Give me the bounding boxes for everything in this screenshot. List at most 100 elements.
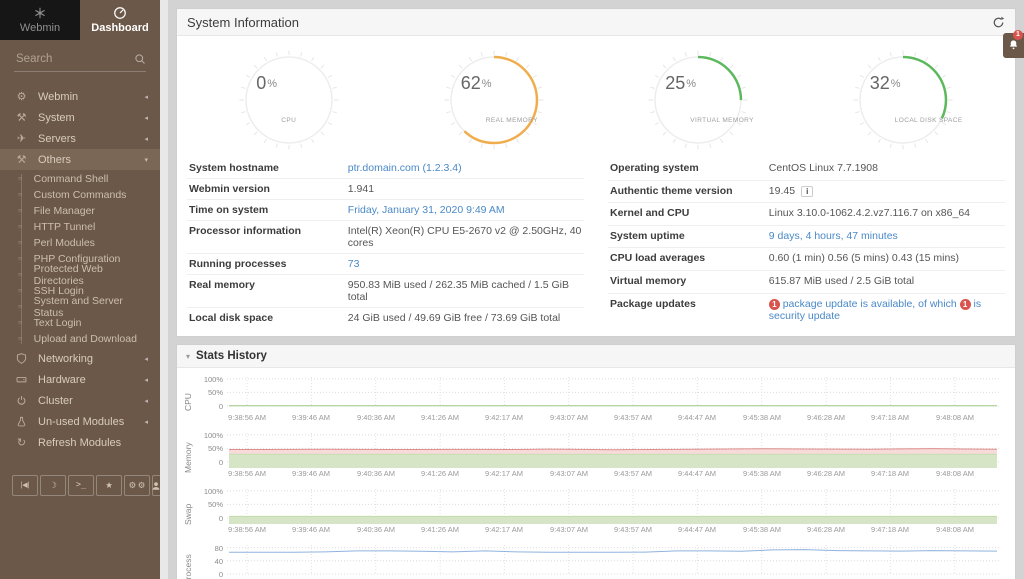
sidebar-item-refresh-modules[interactable]: ↻Refresh Modules	[0, 432, 160, 453]
sidebar-item-servers[interactable]: ✈Servers◂	[0, 128, 160, 149]
caret-left-icon: ◂	[144, 397, 148, 405]
page-title: System Information	[187, 15, 299, 30]
sidebar-item-system[interactable]: ⚒System◂	[0, 107, 160, 128]
gauge-virtual-memory: 25%VIRTUAL MEMORY	[648, 50, 748, 150]
info-value: 615.87 MiB used / 2.5 GiB total	[767, 270, 1005, 293]
sidebar-item-networking[interactable]: Networking◂	[0, 348, 160, 369]
tab-dashboard[interactable]: Dashboard	[80, 0, 160, 40]
time-label: 9:41:26 AM	[421, 413, 459, 422]
tab-webmin[interactable]: Webmin	[0, 0, 80, 40]
time-label: 9:39:46 AM	[292, 525, 330, 534]
time-label: 9:44:47 AM	[678, 469, 716, 478]
gauge-cell-cpu: 0%CPU	[187, 50, 392, 150]
collapse-sidebar-button[interactable]: |◀|	[12, 475, 38, 496]
y-axis-label: 0	[197, 458, 223, 467]
table-row: Real memory950.83 MiB used / 262.35 MiB …	[187, 275, 584, 308]
sidebar-item-label: Refresh Modules	[38, 437, 121, 449]
sidebar-subitem-label: Protected Web Directories	[34, 263, 150, 287]
theme-info-button[interactable]: i	[801, 186, 813, 197]
sidebar-menu: ⚙Webmin◂⚒System◂✈Servers◂⚒Others▾○Comman…	[0, 86, 160, 453]
time-label: 9:48:08 AM	[936, 469, 974, 478]
gauge-percent: 25%	[665, 73, 696, 94]
chart-plot: 804009:38:56 AM9:39:46 AM9:40:36 AM9:41:…	[197, 542, 999, 579]
info-value[interactable]: ptr.domain.com (1.2.3.4)	[346, 158, 584, 179]
sidebar-item-label: System	[38, 112, 75, 124]
count-badge: 1	[960, 299, 971, 310]
sidebar-item-label: Others	[38, 154, 71, 166]
sidebar-subitem-file-manager[interactable]: ○File Manager	[0, 203, 160, 219]
stats-chart-process: Process804009:38:56 AM9:39:46 AM9:40:36 …	[183, 542, 1009, 579]
gears-icon: ⚙ ⚙	[129, 481, 146, 490]
info-value[interactable]: Friday, January 31, 2020 9:49 AM	[346, 200, 584, 221]
info-value[interactable]: 73	[346, 254, 584, 275]
chart-plot: 100%50%09:38:56 AM9:39:46 AM9:40:36 AM9:…	[197, 486, 999, 542]
time-label: 9:43:07 AM	[550, 469, 588, 478]
sidebar-item-webmin[interactable]: ⚙Webmin◂	[0, 86, 160, 107]
collapse-icon[interactable]: ▾	[186, 352, 190, 361]
info-label: Time on system	[187, 200, 346, 221]
sidebar-item-label: Hardware	[38, 374, 86, 386]
info-value: 950.83 MiB used / 262.35 MiB cached / 1.…	[346, 275, 584, 308]
table-row: Webmin version1.941	[187, 179, 584, 200]
x-axis-labels: 9:38:56 AM9:39:46 AM9:40:36 AM9:41:26 AM…	[227, 468, 999, 481]
time-label: 9:43:07 AM	[550, 413, 588, 422]
sidebar-item-others[interactable]: ⚒Others▾	[0, 149, 160, 170]
time-label: 9:41:26 AM	[421, 469, 459, 478]
info-label: Operating system	[608, 158, 767, 180]
caret-left-icon: ◂	[144, 93, 148, 101]
search-input[interactable]	[14, 52, 134, 66]
webmin-logo-icon	[33, 6, 47, 20]
table-row: Time on systemFriday, January 31, 2020 9…	[187, 200, 584, 221]
info-value[interactable]: 9 days, 4 hours, 47 minutes	[767, 225, 1005, 248]
system-information-panel: System Information 0%CPU62%REAL MEMORY25…	[176, 8, 1016, 337]
gauge-label: REAL MEMORY	[486, 117, 538, 124]
sidebar-search	[14, 52, 146, 72]
bullet-icon: ○	[18, 176, 22, 182]
gauge-percent: 0%	[256, 73, 277, 94]
info-label: Kernel and CPU	[608, 203, 767, 226]
settings-button[interactable]: ⚙ ⚙	[124, 475, 150, 496]
sidebar-item-hardware[interactable]: Hardware◂	[0, 369, 160, 390]
time-label: 9:39:46 AM	[292, 469, 330, 478]
x-axis-labels: 9:38:56 AM9:39:46 AM9:40:36 AM9:41:26 AM…	[227, 524, 999, 537]
sidebar-subitem-http-tunnel[interactable]: ○HTTP Tunnel	[0, 219, 160, 235]
stats-chart-memory: Memory100%50%09:38:56 AM9:39:46 AM9:40:3…	[183, 430, 1009, 486]
y-axis-label: 0	[197, 402, 223, 411]
night-mode-button[interactable]: ☽	[40, 475, 66, 496]
sidebar-subitem-label: System and Server Status	[34, 295, 150, 319]
chart-canvas	[227, 430, 999, 468]
sidebar-item-cluster[interactable]: Cluster◂	[0, 390, 160, 411]
info-value: Linux 3.10.0-1062.4.2.vz7.116.7 on x86_6…	[767, 203, 1005, 226]
gauges-row: 0%CPU62%REAL MEMORY25%VIRTUAL MEMORY32%L…	[187, 40, 1005, 152]
sidebar-subitem-system-and-server-status[interactable]: ○System and Server Status	[0, 299, 160, 315]
notification-bell-tab[interactable]: 1	[1003, 33, 1024, 58]
y-axis-label: 50%	[197, 444, 223, 453]
count-badge: 1	[769, 299, 780, 310]
search-icon	[134, 53, 146, 65]
time-label: 9:43:57 AM	[614, 525, 652, 534]
sidebar-subitem-custom-commands[interactable]: ○Custom Commands	[0, 187, 160, 203]
sidebar-item-label: Networking	[38, 353, 93, 365]
sidebar-subitem-command-shell[interactable]: ○Command Shell	[0, 171, 160, 187]
gauge-label: VIRTUAL MEMORY	[690, 117, 754, 124]
bullet-icon: ○	[18, 192, 22, 198]
sidebar-item-un-used-modules[interactable]: Un-used Modules◂	[0, 411, 160, 432]
y-axis-label: 40	[197, 557, 223, 566]
sidebar-toolbar: |◀|☽>_★⚙ ⚙root	[0, 475, 160, 496]
info-value: CentOS Linux 7.7.1908	[767, 158, 1005, 180]
skip-start-icon: |◀|	[20, 482, 29, 489]
chart-canvas	[227, 542, 999, 579]
favorites-button[interactable]: ★	[96, 475, 122, 496]
sidebar-subitem-protected-web-directories[interactable]: ○Protected Web Directories	[0, 267, 160, 283]
sidebar-scrollbar-gutter[interactable]	[160, 0, 168, 579]
table-row: System hostnameptr.domain.com (1.2.3.4)	[187, 158, 584, 179]
bullet-icon: ○	[18, 336, 22, 342]
info-label: Real memory	[187, 275, 346, 308]
table-row: Processor informationIntel(R) Xeon(R) CP…	[187, 221, 584, 254]
terminal-button[interactable]: >_	[68, 475, 94, 496]
info-value[interactable]: 1 package update is available, of which …	[767, 293, 1005, 328]
refresh-icon[interactable]	[992, 16, 1005, 29]
sidebar-subitem-upload-and-download[interactable]: ○Upload and Download	[0, 331, 160, 347]
sidebar-subitem-perl-modules[interactable]: ○Perl Modules	[0, 235, 160, 251]
info-label: Package updates	[608, 293, 767, 328]
